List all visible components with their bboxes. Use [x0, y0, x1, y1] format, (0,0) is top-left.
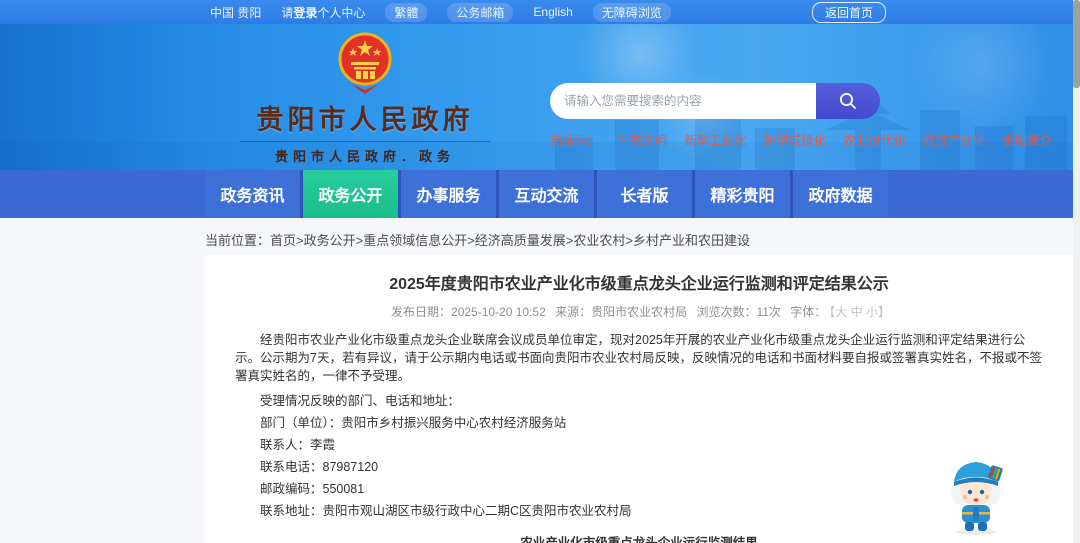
article-title: 2025年度贵阳市农业产业化市级重点龙头企业运行监测和评定结果公示: [389, 276, 889, 293]
contact-address: 联系地址：贵阳市观山湖区市级行政中心二期C区贵阳市农业农村局: [260, 503, 632, 518]
search-icon: [840, 93, 856, 109]
scrollbar-thumb[interactable]: [1073, 0, 1080, 88]
national-emblem-icon: [338, 32, 392, 94]
table-title: 农业产业化市级重点龙头企业运行监测结果: [520, 535, 758, 543]
nav-item-senior[interactable]: 长者版: [597, 170, 692, 218]
article-meta: 发布日期：2025-10-20 10:52 来源：贵阳市农业农村局 浏览次数：1…: [235, 303, 1043, 320]
search-bar: [550, 83, 880, 119]
view-count: 浏览次数：11次: [696, 305, 781, 319]
font-size-label: 字体：: [790, 305, 827, 319]
hot-word-guiyang-intro[interactable]: 贵阳简介: [1002, 130, 1052, 149]
city-skyline-silhouette: [0, 86, 1080, 170]
contact-dept: 部门（单位）：贵阳市乡村振兴服务中心农村经济服务站: [260, 416, 567, 431]
publish-date: 发布日期：2025-10-20 10:52: [391, 305, 546, 319]
article-paragraph: 受理情况反映的部门、电话和地址：: [260, 394, 461, 409]
page-scrollbar[interactable]: [1073, 0, 1080, 543]
hot-word-industry[interactable]: 新型工业化: [684, 130, 747, 149]
topbar-link-traditional[interactable]: 繁體: [385, 2, 428, 22]
site-title: 贵阳市人民政府: [256, 105, 474, 135]
topbar-link-official-mail[interactable]: 公务邮箱: [447, 2, 514, 22]
hot-search-label: 热搜词：: [550, 134, 601, 148]
breadcrumb-path[interactable]: 首页>政务公开>重点领域信息公开>经济高质量发展>农业农村>乡村产业和农田建设: [270, 233, 750, 248]
nav-item-gov-data[interactable]: 政府数据: [793, 170, 888, 218]
article-body: 经贵阳市农业产业化市级重点龙头企业联席会议成员单位审定，现对2025年开展的农业…: [235, 332, 1043, 523]
nav-left-spacer: [0, 170, 205, 218]
font-size-switcher[interactable]: 【大 中 小】: [829, 305, 890, 319]
nav-item-interaction[interactable]: 互动交流: [499, 170, 594, 218]
topbar-link-english[interactable]: English: [533, 5, 572, 19]
header-banner: 贵阳市人民政府 贵阳市人民政府．政务 www.guiyang.gov.cn 热搜…: [0, 24, 1080, 170]
site-subtitle: 贵阳市人民政府．政务: [240, 141, 490, 165]
nav-item-gov-open[interactable]: 政务公开: [303, 170, 398, 218]
mascot-widget[interactable]: [942, 452, 1010, 536]
nav-item-news[interactable]: 政务资讯: [205, 170, 300, 218]
hot-word-agriculture[interactable]: 农业现代化: [843, 130, 906, 149]
nav-item-wonderful-guiyang[interactable]: 精彩贵阳: [695, 170, 790, 218]
topbar-login-link[interactable]: 请登录个人中心: [281, 4, 365, 21]
search-input[interactable]: [550, 83, 816, 119]
main-nav: 政务资讯 政务公开 办事服务 互动交流 长者版 精彩贵阳 政府数据: [0, 170, 1080, 218]
content-area: 当前位置：首页>政务公开>重点领域信息公开>经济高质量发展>农业农村>乡村产业和…: [0, 218, 1080, 543]
contact-person: 联系人：李霞: [260, 438, 336, 452]
login-prefix: 请: [281, 5, 294, 20]
site-logo-block[interactable]: 贵阳市人民政府 贵阳市人民政府．政务 www.guiyang.gov.cn: [230, 32, 500, 170]
page: 中国 贵阳 请登录个人中心 繁體 公务邮箱 English 无障碍浏览 返回首页: [0, 0, 1080, 543]
hot-search-row: 热搜词： 生态文明 新型工业化 新型城镇化 农业现代化 旅游产业化 贵阳简介: [550, 130, 1052, 149]
search-area: 热搜词： 生态文明 新型工业化 新型城镇化 农业现代化 旅游产业化 贵阳简介: [550, 83, 1052, 149]
back-home-button[interactable]: 返回首页: [811, 1, 886, 23]
hot-word-ecology[interactable]: 生态文明: [617, 130, 667, 149]
login-bold: 登录: [293, 5, 318, 20]
top-utility-bar: 中国 贵阳 请登录个人中心 繁體 公务邮箱 English 无障碍浏览 返回首页: [0, 0, 1080, 24]
hot-word-urbanization[interactable]: 新型城镇化: [764, 130, 827, 149]
nav-item-services[interactable]: 办事服务: [401, 170, 496, 218]
topbar-link-accessibility[interactable]: 无障碍浏览: [592, 2, 671, 22]
article-paragraph: 经贵阳市农业产业化市级重点龙头企业联席会议成员单位审定，现对2025年开展的农业…: [235, 333, 1042, 383]
search-button[interactable]: [816, 83, 880, 119]
article-source: 来源：贵阳市农业农村局: [555, 305, 688, 319]
contact-postcode: 邮政编码：550081: [260, 481, 365, 496]
breadcrumb: 当前位置：首页>政务公开>重点领域信息公开>经济高质量发展>农业农村>乡村产业和…: [205, 230, 1080, 249]
topbar-link-china-guiyang[interactable]: 中国 贵阳: [210, 4, 261, 21]
login-suffix: 个人中心: [317, 5, 366, 20]
topbar-links: 中国 贵阳 请登录个人中心 繁體 公务邮箱 English 无障碍浏览 返回首页: [210, 1, 886, 23]
contact-phone: 联系电话：87987120: [260, 459, 379, 474]
hot-word-tourism[interactable]: 旅游产业化: [923, 130, 986, 149]
breadcrumb-label: 当前位置：: [205, 233, 271, 248]
